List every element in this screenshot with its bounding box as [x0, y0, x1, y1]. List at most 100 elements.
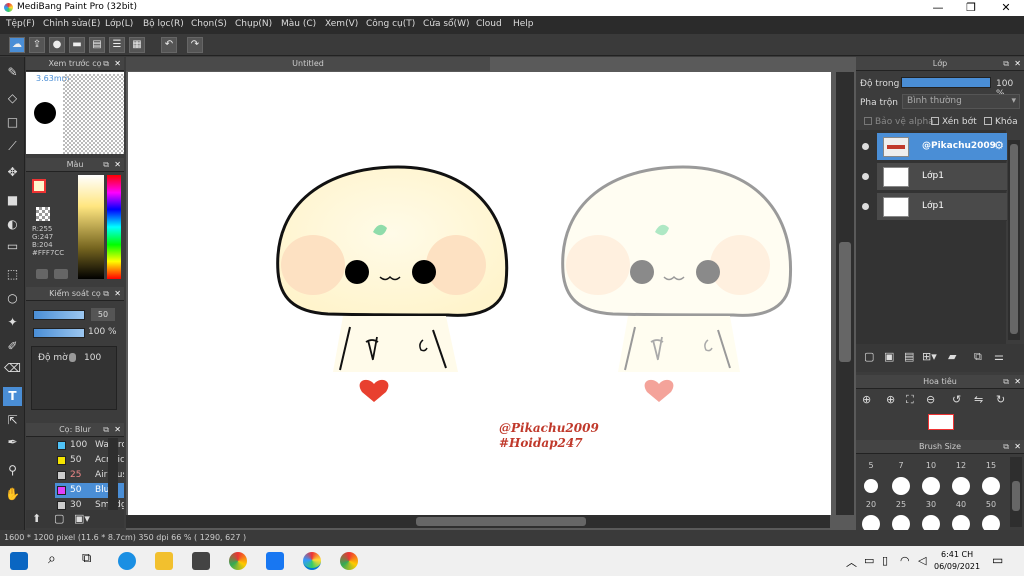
- windows-start-icon[interactable]: [10, 552, 28, 570]
- new-brush-icon[interactable]: ▢: [54, 512, 64, 525]
- line-icon[interactable]: ⟋: [3, 137, 22, 156]
- rotate-left-icon[interactable]: ↺: [952, 393, 961, 406]
- protect-alpha-checkbox[interactable]: Bảo vệ alpha: [864, 117, 934, 127]
- popout-icon[interactable]: ⧉: [1003, 440, 1009, 454]
- eye-icon[interactable]: [862, 143, 869, 150]
- minimize-button[interactable]: —: [920, 0, 956, 16]
- add-layer-menu-icon[interactable]: ⊞▾: [922, 350, 937, 363]
- popout-icon[interactable]: ⧉: [1003, 375, 1009, 389]
- canvas[interactable]: @Pikachu2009 #Hoidap247: [128, 72, 831, 515]
- layer-item[interactable]: Lớp1: [877, 163, 1007, 191]
- layer-item[interactable]: Lớp1: [877, 193, 1007, 221]
- select-icon[interactable]: ⬚: [3, 265, 22, 284]
- lock-checkbox[interactable]: Khóa: [984, 117, 1018, 127]
- close-icon[interactable]: ✕: [114, 158, 121, 172]
- medibang-icon[interactable]: [303, 552, 321, 570]
- share-icon[interactable]: ⇪: [29, 37, 45, 53]
- hue-slider[interactable]: [107, 175, 121, 279]
- density-knob[interactable]: [69, 353, 76, 362]
- undo-icon[interactable]: ↶: [161, 37, 177, 53]
- flip-icon[interactable]: ⇋: [974, 393, 983, 406]
- layer-item-selected[interactable]: @Pikachu2009 ⚙: [877, 133, 1007, 161]
- popout-icon[interactable]: ⧉: [103, 423, 109, 437]
- lasso-icon[interactable]: ○: [3, 289, 22, 308]
- facebook-icon[interactable]: [266, 552, 284, 570]
- navigator-thumbnail[interactable]: [928, 414, 954, 430]
- horizontal-scroll-thumb[interactable]: [416, 517, 586, 526]
- brush-size-option[interactable]: [982, 477, 1000, 495]
- secondary-color-swatch[interactable]: [36, 207, 50, 221]
- brush-menu-icon[interactable]: ▣▾: [74, 512, 90, 525]
- brush-size-option[interactable]: [892, 477, 910, 495]
- popout-icon[interactable]: ⧉: [1003, 57, 1009, 71]
- close-icon[interactable]: ✕: [114, 423, 121, 437]
- pen-icon[interactable]: ✎: [3, 63, 22, 82]
- menu-capture[interactable]: Chụp(N): [235, 19, 272, 29]
- layer-opacity-slider[interactable]: [901, 77, 991, 88]
- layer-list-scrollbar[interactable]: [1008, 140, 1020, 340]
- brush-size-option[interactable]: [864, 479, 878, 493]
- zoom-out-icon[interactable]: ⊖: [926, 393, 935, 406]
- close-icon[interactable]: ✕: [114, 57, 121, 71]
- folder-icon[interactable]: ▰: [948, 350, 956, 363]
- eye-icon[interactable]: [862, 203, 869, 210]
- grid-icon[interactable]: ▦: [129, 37, 145, 53]
- menu-tools[interactable]: Công cụ(T): [366, 19, 415, 29]
- notification-icon[interactable]: ▭: [992, 553, 1003, 567]
- menu-view[interactable]: Xem(V): [325, 19, 358, 29]
- menu-window[interactable]: Cửa sổ(W): [423, 19, 469, 29]
- clock[interactable]: 6:41 CH 06/09/2021: [934, 549, 980, 573]
- vertical-scroll-thumb[interactable]: [839, 242, 851, 362]
- fill-icon[interactable]: ◐: [3, 215, 22, 234]
- popout-icon[interactable]: ⧉: [103, 57, 109, 71]
- menu-help[interactable]: Help: [513, 19, 534, 29]
- hand-icon[interactable]: ✋: [3, 485, 22, 504]
- store-icon[interactable]: [192, 552, 210, 570]
- primary-color-swatch[interactable]: [32, 179, 46, 193]
- menu-edit[interactable]: Chỉnh sửa(E): [43, 19, 100, 29]
- eye-icon[interactable]: [862, 173, 869, 180]
- gradient-icon[interactable]: ▭: [3, 237, 22, 256]
- close-button[interactable]: ✕: [988, 0, 1024, 16]
- chat-icon[interactable]: ▬: [69, 37, 85, 53]
- select-eraser-icon[interactable]: ⌫: [3, 359, 22, 378]
- brush-size-option[interactable]: [982, 515, 1000, 530]
- maximize-button[interactable]: ❐: [953, 0, 989, 16]
- brush-size-scroll-thumb[interactable]: [1012, 481, 1020, 511]
- rect-icon[interactable]: ■: [3, 191, 22, 210]
- palette-button[interactable]: [54, 269, 68, 279]
- tray-chevron-icon[interactable]: ︿: [846, 554, 857, 570]
- close-icon[interactable]: ✕: [114, 287, 121, 301]
- menu-select[interactable]: Chọn(S): [191, 19, 227, 29]
- move-icon[interactable]: ✥: [3, 163, 22, 182]
- eyedropper-icon[interactable]: ⚲: [3, 461, 22, 480]
- brush-size-scrollbar[interactable]: [1010, 457, 1022, 527]
- chrome-profile-icon[interactable]: [340, 552, 358, 570]
- layer-settings-icon[interactable]: ⚌: [994, 350, 1004, 363]
- wifi-icon[interactable]: ◠: [900, 554, 910, 567]
- dropper-icon[interactable]: ✒: [3, 433, 22, 452]
- gear-icon[interactable]: ⚙: [994, 139, 1004, 152]
- close-icon[interactable]: ✕: [1014, 375, 1021, 389]
- rotate-right-icon[interactable]: ↻: [996, 393, 1005, 406]
- close-icon[interactable]: ✕: [1014, 57, 1021, 71]
- saturation-box[interactable]: [78, 175, 104, 279]
- edge-icon[interactable]: [118, 552, 136, 570]
- vertical-scrollbar[interactable]: [836, 72, 854, 515]
- magic-wand-icon[interactable]: ✦: [3, 313, 22, 332]
- brush-size-field[interactable]: 50: [91, 308, 115, 321]
- brush-opacity-slider[interactable]: [33, 328, 85, 338]
- shape-icon[interactable]: □: [3, 113, 22, 132]
- brush-list-scrollbar[interactable]: [108, 438, 118, 510]
- brush-size-option[interactable]: [952, 477, 970, 495]
- brush-size-slider[interactable]: [33, 310, 85, 320]
- volume-icon[interactable]: ◁: [918, 554, 926, 567]
- text-icon[interactable]: T: [3, 387, 22, 406]
- menu-filter[interactable]: Bộ lọc(R): [143, 19, 184, 29]
- operation-icon[interactable]: ⇱: [3, 411, 22, 430]
- paste-layer-icon[interactable]: ▤: [904, 350, 914, 363]
- comment-icon[interactable]: ●: [49, 37, 65, 53]
- layer-scroll-thumb[interactable]: [1010, 144, 1018, 334]
- fit-icon[interactable]: ⛶: [906, 393, 914, 407]
- add-brush-icon[interactable]: ⬆: [32, 512, 41, 525]
